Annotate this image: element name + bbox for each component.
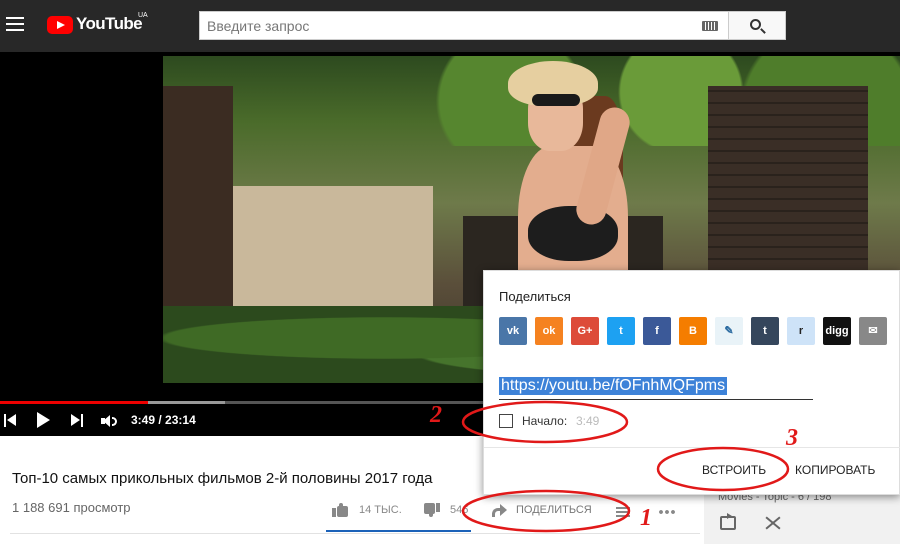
odnoklassniki-icon[interactable]: ok <box>535 317 563 345</box>
annotation-step-1: 1 <box>640 505 652 531</box>
hamburger-menu-icon[interactable] <box>6 15 24 33</box>
volume-icon[interactable] <box>101 415 117 428</box>
annotation-step-2: 2 <box>430 402 442 428</box>
divider <box>10 533 700 534</box>
embed-button[interactable]: ВСТРОИТЬ <box>702 463 766 477</box>
keyboard-icon[interactable] <box>702 21 718 31</box>
logo-country-code: UA <box>138 12 148 19</box>
person-sunglasses <box>532 94 580 106</box>
more-actions-icon[interactable] <box>659 510 675 514</box>
share-button[interactable]: ПОДЕЛИТЬСЯ <box>488 496 618 526</box>
previous-icon[interactable] <box>4 414 16 428</box>
youtube-logo[interactable]: YouTube UA <box>47 12 177 36</box>
add-to-playlist-icon[interactable] <box>616 507 630 517</box>
copy-button[interactable]: КОПИРОВАТЬ <box>795 463 875 477</box>
time-current: 3:49 <box>131 413 156 427</box>
dialog-separator <box>484 447 900 448</box>
masthead: YouTube UA <box>0 0 900 52</box>
facebook-icon[interactable]: f <box>643 317 671 345</box>
logo-text: YouTube <box>76 14 143 33</box>
like-count: 14 ТЫС. <box>359 504 402 516</box>
tumblr-icon[interactable]: t <box>751 317 779 345</box>
time-separator: / <box>155 413 166 427</box>
start-time-value[interactable]: 3:49 <box>576 414 599 428</box>
like-ratio-bar <box>326 530 471 532</box>
next-icon[interactable] <box>71 414 83 428</box>
time-total: 23:14 <box>165 413 196 427</box>
share-dialog-title: Поделиться <box>499 289 571 304</box>
livejournal-icon[interactable]: ✎ <box>715 317 743 345</box>
youtube-watch-page: YouTube UA Введите запрос 3:49 / 23:14 Т… <box>0 0 900 544</box>
annotation-step-3: 3 <box>786 425 798 451</box>
youtube-play-logo-icon <box>47 16 73 34</box>
search-button[interactable] <box>729 11 786 40</box>
share-url[interactable]: https://youtu.be/fOFnhMQFpms <box>499 377 728 395</box>
view-count: 1 188 691 просмотр <box>12 500 131 515</box>
email-icon[interactable]: ✉ <box>859 317 887 345</box>
loop-icon[interactable] <box>720 513 736 530</box>
start-time-checkbox[interactable] <box>499 414 513 428</box>
search-input[interactable] <box>200 12 680 39</box>
search-icon <box>750 19 761 30</box>
progress-played <box>0 401 148 404</box>
dislike-count: 546 <box>450 504 469 516</box>
thumbs-up-icon <box>332 503 348 517</box>
blogger-icon[interactable]: B <box>679 317 707 345</box>
video-title: Топ-10 самых прикольных фильмов 2-й поло… <box>12 470 433 487</box>
share-arrow-icon <box>492 504 507 517</box>
reddit-icon[interactable]: r <box>787 317 815 345</box>
vk-icon[interactable]: vk <box>499 317 527 345</box>
share-label: ПОДЕЛИТЬСЯ <box>516 504 592 516</box>
twitter-icon[interactable]: t <box>607 317 635 345</box>
digg-icon[interactable]: digg <box>823 317 851 345</box>
share-dialog: Поделиться vk ok G+ t f B ✎ t r digg ✉ https://you… <box>483 270 900 495</box>
share-url-field[interactable]: https://youtu.be/fOFnhMQFpms <box>499 376 813 400</box>
google-plus-icon[interactable]: G+ <box>571 317 599 345</box>
search-box <box>199 11 729 40</box>
shuffle-icon[interactable] <box>764 516 780 530</box>
time-display: 3:49 / 23:14 <box>131 413 196 427</box>
play-icon[interactable] <box>37 412 51 428</box>
start-time-label: Начало: <box>522 414 568 428</box>
thumbs-down-icon <box>424 503 440 517</box>
